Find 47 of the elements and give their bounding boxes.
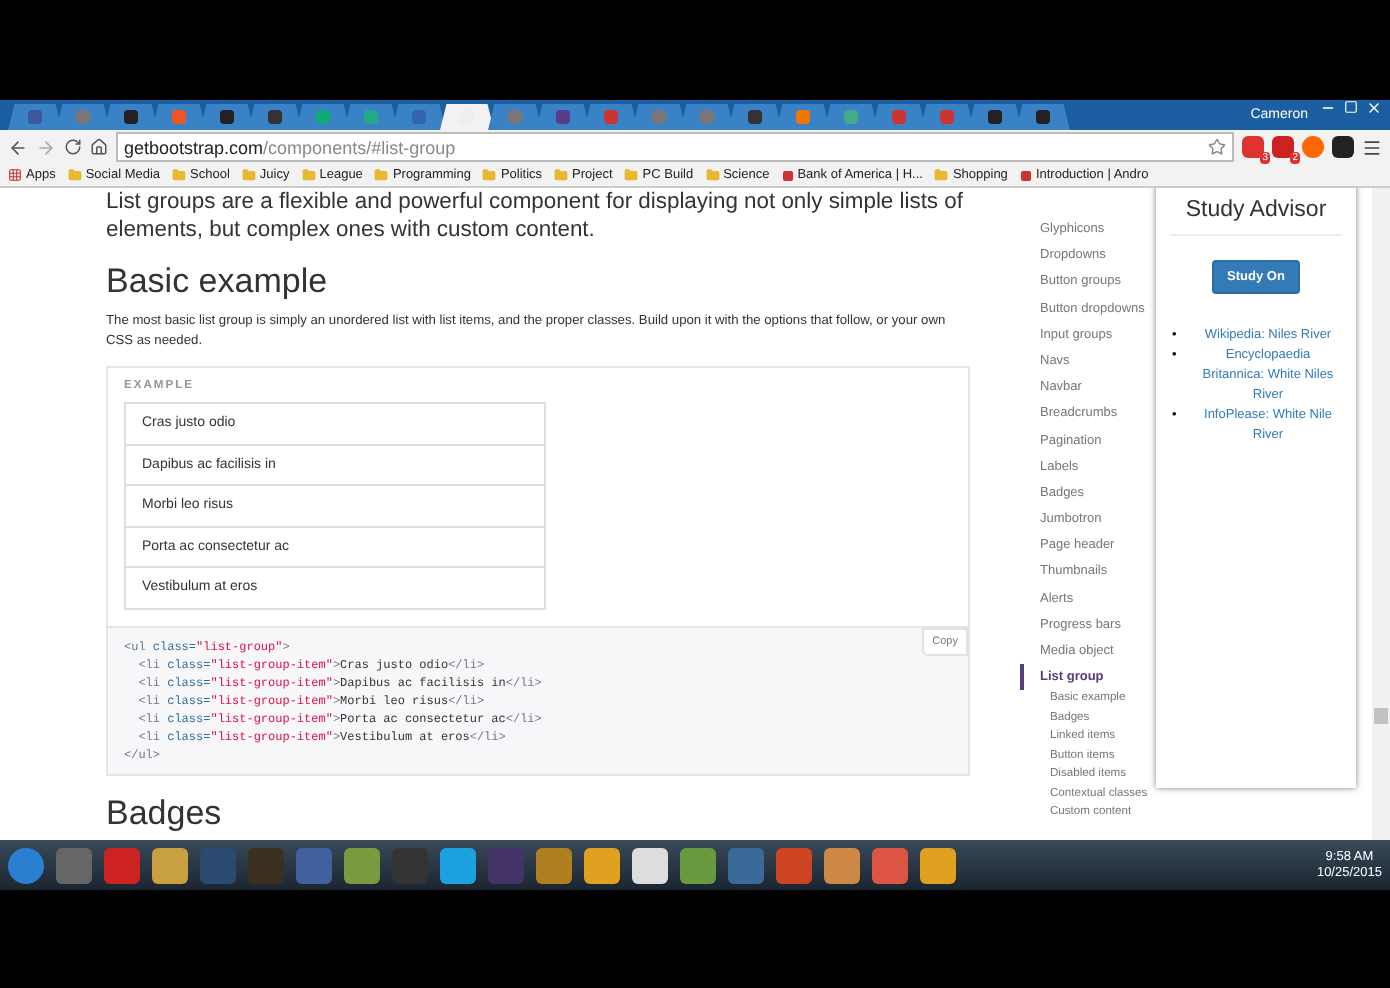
star-icon[interactable] <box>1208 138 1226 156</box>
folder-icon <box>67 168 82 182</box>
browser-tab[interactable] <box>968 104 1022 130</box>
maximize-icon[interactable] <box>1344 100 1358 114</box>
section-heading: Basic example <box>106 262 330 302</box>
taskbar-app-icon[interactable] <box>632 847 668 883</box>
taskbar-app-icon[interactable] <box>824 847 860 883</box>
extension-icon[interactable] <box>1332 136 1354 158</box>
folder-icon <box>301 168 316 182</box>
taskbar-app-icon[interactable] <box>680 847 716 883</box>
reload-icon[interactable] <box>64 138 82 156</box>
section-heading: Badges <box>106 793 224 833</box>
browser-tab[interactable] <box>1016 104 1070 130</box>
browser-tab[interactable] <box>440 104 494 130</box>
taskbar-app-icon[interactable] <box>344 847 380 883</box>
folder-icon <box>172 168 187 182</box>
intro-text: List groups are a flexible and powerful component for displaying not only simple lists of <box>106 188 965 216</box>
folder-icon <box>705 168 720 182</box>
address-field[interactable]: getbootstrap.com/components/#list-group <box>116 132 1234 162</box>
taskbar-app-icon[interactable] <box>152 847 188 883</box>
browser-tab[interactable] <box>392 104 446 130</box>
browser-tab[interactable] <box>104 104 158 130</box>
folder-icon <box>934 168 949 182</box>
folder-icon <box>374 168 389 182</box>
folder-icon <box>482 168 497 182</box>
site-icon <box>781 169 794 181</box>
taskbar-app-icon[interactable] <box>440 847 476 883</box>
folder-icon <box>241 168 256 182</box>
taskbar-app-icon[interactable] <box>920 847 956 883</box>
menu-icon[interactable] <box>1362 137 1382 157</box>
intro-text: elements, but complex ones with custom content. <box>106 216 597 244</box>
browser-tab[interactable] <box>488 104 542 130</box>
back-icon[interactable] <box>8 137 28 157</box>
folder-icon <box>624 168 639 182</box>
browser-tab[interactable] <box>728 104 782 130</box>
taskbar-app-icon[interactable] <box>584 847 620 883</box>
browser-tab[interactable] <box>248 104 302 130</box>
apps-icon <box>8 168 22 182</box>
close-icon[interactable] <box>1366 100 1382 116</box>
folder-icon <box>554 168 569 182</box>
browser-tab[interactable] <box>200 104 254 130</box>
site-icon <box>1019 169 1032 181</box>
forward-icon[interactable] <box>36 137 56 157</box>
start-button[interactable] <box>8 847 44 883</box>
home-icon[interactable] <box>90 138 108 156</box>
popup-title: Study Advisor <box>1170 198 1342 236</box>
scrollbar[interactable] <box>1372 188 1390 840</box>
